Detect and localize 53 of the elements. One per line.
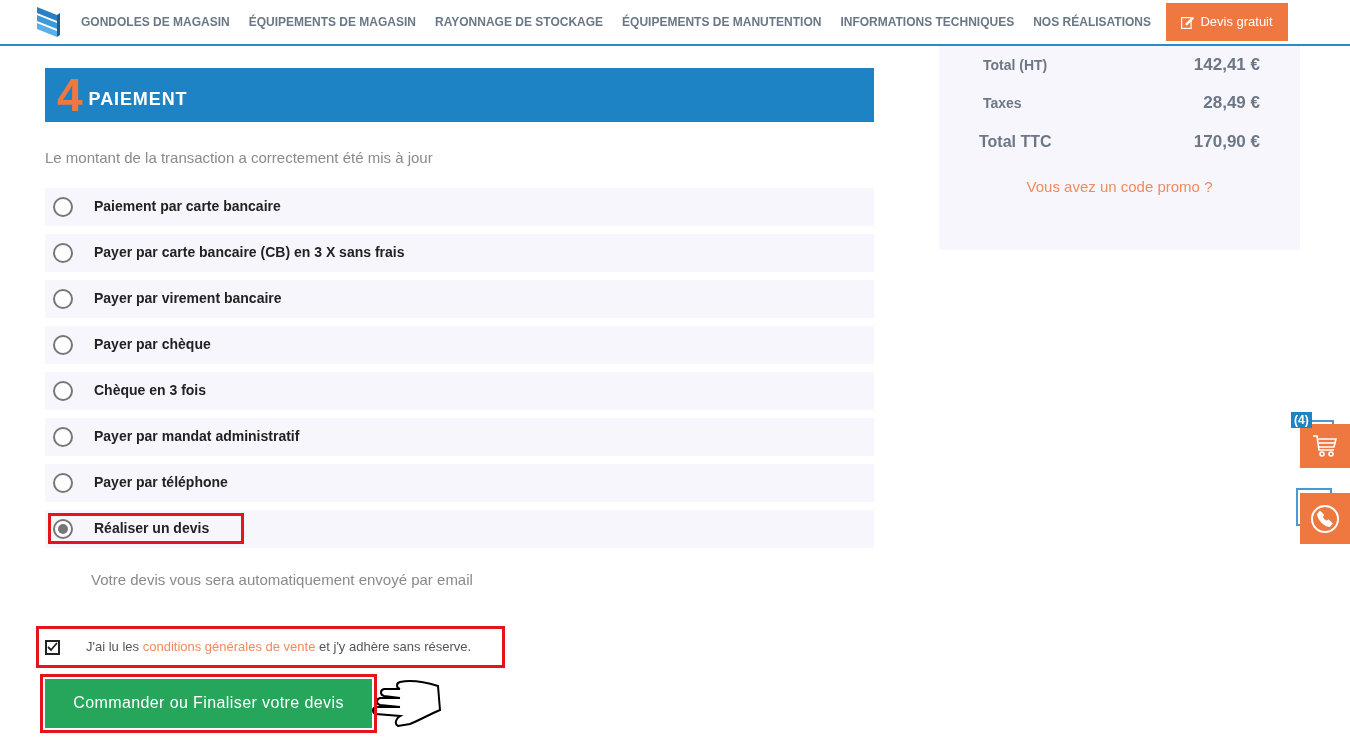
nav-link[interactable]: INFORMATIONS TECHNIQUES	[840, 13, 1015, 31]
phone-button[interactable]	[1300, 493, 1350, 544]
payment-option[interactable]: Payer par carte bancaire (CB) en 3 X sans frais	[45, 233, 874, 272]
option-label: Payer par virement bancaire	[94, 289, 282, 308]
summary-label: Total TTC	[979, 132, 1052, 152]
payment-option[interactable]: Réaliser un devis	[45, 509, 874, 548]
payment-option[interactable]: Payer par téléphone	[45, 463, 874, 502]
nav-link[interactable]: NOS RÉALISATIONS	[1033, 13, 1151, 31]
option-label: Réaliser un devis	[94, 519, 210, 538]
radio-button[interactable]	[53, 288, 73, 309]
nav-link[interactable]: RAYONNAGE DE STOCKAGE	[435, 13, 604, 31]
step-number: 4	[57, 72, 83, 118]
radio-button[interactable]	[53, 196, 73, 217]
summary-value: 170,90 €	[1193, 131, 1260, 154]
radio-button[interactable]	[53, 472, 73, 493]
cart-count-badge: (4)	[1291, 412, 1312, 428]
option-label: Payer par chèque	[94, 335, 211, 354]
section-title: PAIEMENT	[88, 87, 188, 111]
radio-button[interactable]	[53, 426, 73, 447]
edit-icon	[1181, 15, 1195, 29]
update-notice: Le montant de la transaction a correctement été mis à jour	[45, 148, 434, 168]
option-label: Payer par carte bancaire (CB) en 3 X sans frais	[94, 243, 405, 262]
radio-button[interactable]	[53, 380, 73, 401]
radio-button[interactable]	[53, 334, 73, 355]
free-quote-button[interactable]: Devis gratuit	[1166, 3, 1288, 41]
submit-button[interactable]: Commander ou Finaliser votre devis	[45, 678, 372, 728]
pointing-hand-icon	[370, 678, 442, 728]
nav-link[interactable]: GONDOLES DE MAGASIN	[81, 13, 230, 31]
option-note: Votre devis vous sera automatiquement envoyé par email	[91, 569, 474, 590]
payment-option[interactable]: Chèque en 3 fois	[45, 371, 874, 410]
promo-code-link[interactable]: Vous avez un code promo ?	[979, 176, 1260, 199]
phone-icon	[1310, 503, 1340, 534]
payment-option[interactable]: Payer par mandat administratif	[45, 417, 874, 456]
terms-link[interactable]: conditions générales de vente	[142, 639, 316, 655]
radio-button[interactable]	[53, 242, 73, 263]
nav-link[interactable]: ÉQUIPEMENTS DE MAGASIN	[248, 13, 417, 31]
payment-option[interactable]: Payer par chèque	[45, 325, 874, 364]
terms-text: J'ai lu les conditions générales de vente et j'y adhère sans réserve.	[86, 638, 472, 657]
summary-value: 142,41 €	[1193, 54, 1260, 77]
option-label: Payer par téléphone	[94, 473, 228, 492]
shopping-cart-icon	[1312, 434, 1338, 458]
payment-option[interactable]: Payer par virement bancaire	[45, 279, 874, 318]
checkbox[interactable]	[45, 639, 60, 655]
option-label: Chèque en 3 fois	[94, 381, 207, 400]
option-label: Paiement par carte bancaire	[94, 197, 281, 216]
summary-label: Total (HT)	[983, 55, 1048, 75]
summary-value: 28,49 €	[1203, 92, 1260, 115]
option-label: Payer par mandat administratif	[94, 427, 300, 446]
logo-icon[interactable]	[35, 5, 61, 39]
radio-button[interactable]	[53, 518, 73, 539]
payment-option[interactable]: Paiement par carte bancaire	[45, 187, 874, 226]
summary-label: Taxes	[983, 93, 1022, 113]
nav-link[interactable]: ÉQUIPEMENTS DE MANUTENTION	[622, 13, 822, 31]
